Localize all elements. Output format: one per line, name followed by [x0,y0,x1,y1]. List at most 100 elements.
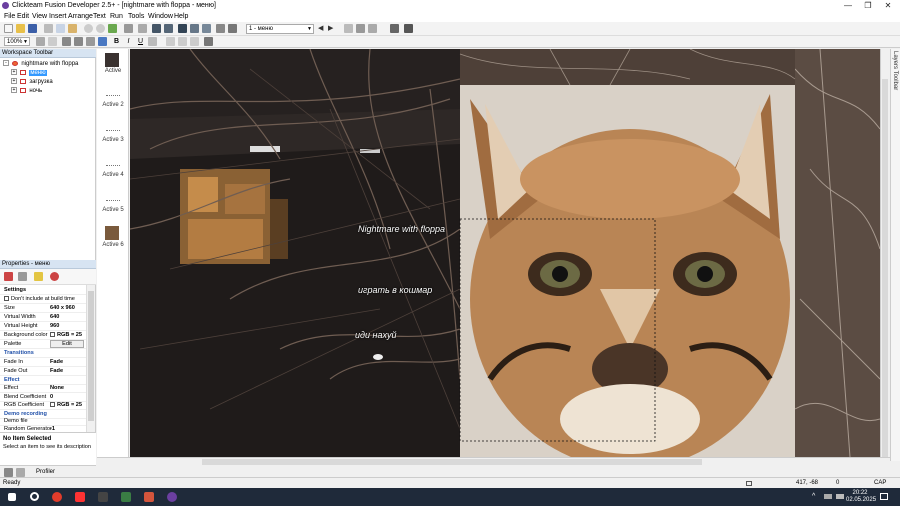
paste-icon[interactable] [68,24,77,33]
new-icon[interactable] [4,24,13,33]
yandex-browser-icon[interactable] [52,492,62,502]
notifications-icon[interactable] [880,493,888,500]
settings-tab-icon[interactable] [4,468,13,477]
crop-icon[interactable] [204,37,213,46]
prop-row-fade-out[interactable]: Fade Out Fade [0,367,86,376]
search-icon[interactable] [30,492,39,501]
frame-add-icon[interactable] [356,24,365,33]
menu-view[interactable]: View [32,12,47,21]
tray-chevron-icon[interactable]: ^ [812,493,815,500]
close-button[interactable]: ✕ [878,0,898,11]
align-icon[interactable] [86,37,95,46]
frame-editor-canvas[interactable]: Nightmare with floppa играть в кошмар ид… [130,49,880,457]
preview-icon[interactable] [228,24,237,33]
empty-thumb[interactable] [106,165,120,166]
windows-start-icon[interactable] [8,493,16,501]
open-icon[interactable] [16,24,25,33]
layout-icon[interactable] [190,24,199,33]
list-icon[interactable] [390,24,399,33]
grid-toggle-icon[interactable] [62,37,71,46]
save-icon[interactable] [28,24,37,33]
terminal-icon[interactable] [98,492,108,502]
scrollbar-thumb[interactable] [88,291,94,421]
object-label[interactable]: Active [97,68,129,75]
italic-icon[interactable]: I [124,37,133,46]
zoom-select[interactable]: 100% ▼ [4,37,30,46]
redo-icon[interactable] [96,24,105,33]
event-editor-icon[interactable] [152,24,161,33]
align-right-icon[interactable] [190,37,199,46]
volume-icon[interactable] [836,494,844,499]
frame-editor-icon[interactable] [138,24,147,33]
data-elements-icon[interactable] [178,24,187,33]
exit-button-text[interactable]: иди нахуй [355,330,396,340]
color-swatch[interactable] [50,402,55,408]
object-label[interactable]: Active 4 [97,172,129,179]
prop-row-fade-in[interactable]: Fade In Fade [0,358,86,367]
hand-icon[interactable] [36,37,45,46]
object-label[interactable]: Active 5 [97,207,129,214]
undo-icon[interactable] [84,24,93,33]
layers-toolbar-tab[interactable]: Layers Toolbar [890,49,900,461]
tree-frame-loading[interactable]: + загрузка [11,78,53,86]
tree-app-row[interactable]: - nightmare with floppa [3,60,78,68]
grid-icon[interactable] [202,24,211,33]
expand-icon[interactable]: + [11,69,17,76]
expand-icon[interactable]: + [11,78,17,85]
minimize-button[interactable]: — [838,0,858,11]
active6-object-thumb[interactable] [105,226,119,240]
menu-arrange[interactable]: Arrange [68,12,93,21]
canvas-vertical-scrollbar[interactable] [880,49,889,459]
underline-icon[interactable]: U [136,37,145,46]
color-icon[interactable] [98,37,107,46]
prop-row-background-color[interactable]: Background color RGB = 25 [0,331,86,340]
palette-edit-button[interactable]: Edit [50,340,84,348]
cursor-icon[interactable] [48,37,57,46]
collapse-icon[interactable]: - [3,60,9,67]
text-color-icon[interactable] [148,37,157,46]
next-frame-icon[interactable]: ▶ [328,25,334,34]
frame-select[interactable]: 1 - меню ▼ [246,24,314,34]
menu-help[interactable]: Help [174,12,188,21]
app-icon-orange[interactable] [144,492,154,502]
expand-icon[interactable]: + [11,87,17,94]
properties-view-icon[interactable] [4,272,13,281]
event-list-icon[interactable] [164,24,173,33]
prop-row-effect[interactable]: Effect None [0,384,86,393]
clock-date[interactable]: 02.05.2025 [846,497,876,504]
menu-text[interactable]: Text [93,12,106,21]
storyboard-icon[interactable] [124,24,133,33]
menu-tools[interactable]: Tools [128,12,144,21]
object-label[interactable]: Active 6 [97,242,129,249]
zoom-icon[interactable] [216,24,225,33]
menu-file[interactable]: File [4,12,15,21]
snap-icon[interactable] [74,37,83,46]
frame-layers-icon[interactable] [368,24,377,33]
maximize-button[interactable]: ❐ [858,0,878,11]
play-button-text[interactable]: играть в кошмар [358,285,432,295]
menu-run[interactable]: Run [110,12,123,21]
tab-profiler[interactable]: Profiler [36,469,55,475]
options-icon[interactable] [404,24,413,33]
empty-thumb[interactable] [106,95,120,96]
prop-row-palette[interactable]: Palette Edit [0,340,86,349]
prop-row-rgb-coefficient[interactable]: RGB Coefficient RGB = 25 [0,401,86,410]
network-icon[interactable] [824,494,832,499]
bold-icon[interactable]: B [112,37,121,46]
menu-edit[interactable]: Edit [17,12,29,21]
frame-props-icon[interactable] [344,24,353,33]
properties-info-icon[interactable] [34,272,43,281]
tree-frame-night[interactable]: + ночь [11,87,42,95]
scrollbar-thumb[interactable] [202,459,702,465]
color-swatch[interactable] [50,332,55,338]
prop-row-size[interactable]: Size 640 x 960 [0,304,86,313]
menu-window[interactable]: Window [148,12,173,21]
title-text-object[interactable]: Nightmare with floppa [358,224,445,234]
app-icon-green[interactable] [121,492,131,502]
align-center-icon[interactable] [178,37,187,46]
library-tab-icon[interactable] [16,468,25,477]
object-label[interactable]: Active 2 [97,102,129,109]
yandex-icon[interactable] [75,492,85,502]
properties-help-icon[interactable] [50,272,59,281]
properties-list-icon[interactable] [18,272,27,281]
